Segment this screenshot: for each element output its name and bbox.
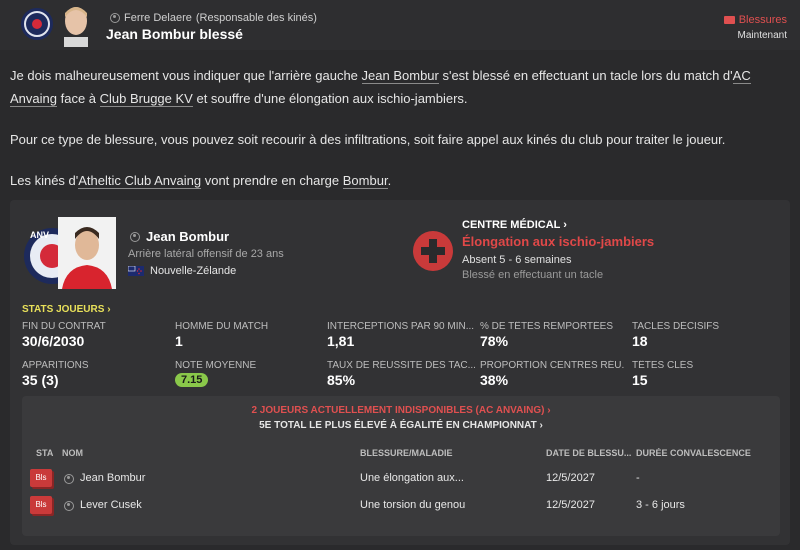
text: face à xyxy=(56,91,100,106)
date-cell: 12/5/2027 xyxy=(546,499,595,511)
stat-value: 15 xyxy=(632,372,648,388)
duration-cell: - xyxy=(636,472,640,484)
medical-centre-link[interactable]: CENTRE MÉDICAL › xyxy=(462,219,567,231)
sender-line[interactable]: Ferre Delaere (Responsable des kinés) xyxy=(110,12,317,24)
message-subject: Jean Bombur blessé xyxy=(106,26,243,42)
stat-label: FIN DU CONTRAT xyxy=(22,321,106,332)
away-club-link[interactable]: Club Brugge KV xyxy=(99,91,193,107)
player-role: Arrière latéral offensif de 23 ans xyxy=(128,248,284,260)
unavailable-players-panel: 2 JOUEURS ACTUELLEMENT INDISPONIBLES (AC… xyxy=(22,396,780,536)
player-photo[interactable] xyxy=(58,217,116,289)
unavailable-subtitle: 5E TOTAL LE PLUS ÉLEVÉ À ÉGALITÉ EN CHAM… xyxy=(259,420,537,431)
injury-cause: Blessé en effectuant un tacle xyxy=(462,269,604,281)
stat-value: 18 xyxy=(632,333,648,349)
stat-value: 30/6/2030 xyxy=(22,333,85,349)
sender-name[interactable]: Ferre Delaere xyxy=(124,12,192,24)
text: Je dois malheureusement vous indiquer qu… xyxy=(10,68,362,83)
person-icon xyxy=(130,231,140,242)
message-body: Je dois malheureusement vous indiquer qu… xyxy=(10,64,795,210)
player-name-cell[interactable]: Jean Bombur xyxy=(80,472,340,484)
stat-label: APPARITIONS xyxy=(22,360,89,371)
club-logo[interactable] xyxy=(21,8,53,40)
injury-name: Élongation aux ischio-jambiers xyxy=(462,234,655,249)
stat-label: % DE TÊTES REMPORTÉES xyxy=(480,321,613,332)
injury-tag[interactable]: Blessures xyxy=(723,14,787,26)
message-paragraph: Les kinés d'Atheltic Club Anvaing vont p… xyxy=(10,169,795,192)
stat-label: NOTE MOYENNE xyxy=(175,360,257,371)
stat-value: 1 xyxy=(175,333,183,349)
stat-value: 78% xyxy=(480,333,509,349)
average-rating-badge: 7.15 xyxy=(175,373,209,387)
text: s'est blessé en effectuant un tacle lors… xyxy=(438,68,733,83)
medical-title: CENTRE MÉDICAL xyxy=(462,219,561,231)
stat-value: 1,81 xyxy=(327,333,355,349)
absence-duration: Absent 5 - 6 semaines xyxy=(462,254,572,266)
table-row[interactable]: Bls Lever Cusek Une torsion du genou 12/… xyxy=(22,493,780,519)
badge-text: ANV xyxy=(30,230,49,240)
stat-label: TAUX DE RÉUSSITE DES TAC... xyxy=(327,360,476,371)
stat-label: TÊTES CLÉS xyxy=(632,360,694,371)
duration-cell: 3 - 6 jours xyxy=(636,499,685,511)
column-header-name[interactable]: NOM xyxy=(62,448,122,458)
player-short-link[interactable]: Bombur xyxy=(342,173,388,189)
status-badge: Bls xyxy=(30,469,52,487)
player-name-cell[interactable]: Lever Cusek xyxy=(80,499,340,511)
stat-label: PROPORTION CENTRES RÉU... xyxy=(480,360,625,371)
stat-value: 85% xyxy=(327,372,356,388)
stats-title: STATS JOUEURS xyxy=(22,304,105,315)
column-header-duration[interactable]: DURÉE CONVALESCENCE xyxy=(636,448,776,458)
message-header: Ferre Delaere (Responsable des kinés) Je… xyxy=(0,0,800,50)
player-injury-card: ANV Jean Bombur Arrière latéral offensif… xyxy=(10,200,790,545)
stat-label: INTERCEPTIONS PAR 90 MIN... xyxy=(327,321,475,332)
stat-value: 35 (3) xyxy=(22,372,59,388)
text: vont prendre en charge xyxy=(201,173,343,188)
person-icon xyxy=(64,474,74,484)
nation-name: Nouvelle-Zélande xyxy=(150,265,237,277)
text: Les kinés d' xyxy=(10,173,79,188)
sender-role: (Responsable des kinés) xyxy=(195,12,317,24)
player-nation[interactable]: Nouvelle-Zélande xyxy=(128,265,236,277)
player-link[interactable]: Jean Bombur xyxy=(361,68,439,84)
stat-label: TACLES DÉCISIFS xyxy=(632,321,720,332)
stat-label: HOMME DU MATCH xyxy=(175,321,269,332)
date-cell: 12/5/2027 xyxy=(546,472,595,484)
message-paragraph: Pour ce type de blessure, vous pouvez so… xyxy=(10,132,726,147)
text: . xyxy=(387,173,392,188)
injury-cell: Une élongation aux... xyxy=(360,472,464,484)
status-badge: Bls xyxy=(30,496,52,514)
table-row[interactable]: Bls Jean Bombur Une élongation aux... 12… xyxy=(22,466,780,492)
column-header-date[interactable]: DATE DE BLESSU... xyxy=(546,448,632,458)
player-name-text: Jean Bombur xyxy=(146,229,230,244)
tag-label: Blessures xyxy=(738,14,787,26)
message-time: Maintenant xyxy=(737,30,787,41)
column-header-status[interactable]: STA xyxy=(36,448,58,458)
player-stats-link[interactable]: STATS JOUEURS › xyxy=(22,304,111,315)
unavailable-title: 2 JOUEURS ACTUELLEMENT INDISPONIBLES (AC… xyxy=(251,405,545,416)
tag-icon xyxy=(723,16,735,24)
injury-cell: Une torsion du genou xyxy=(360,499,466,511)
text: et souffre d'une élongation aux ischio-j… xyxy=(192,91,468,106)
medical-cross-icon xyxy=(413,231,453,271)
physio-avatar[interactable] xyxy=(58,3,94,47)
player-name[interactable]: Jean Bombur xyxy=(130,229,229,244)
person-icon xyxy=(110,13,120,23)
column-header-injury[interactable]: BLESSURE/MALADIE xyxy=(360,448,530,458)
new-zealand-flag-icon xyxy=(128,266,144,276)
club-link[interactable]: Atheltic Club Anvaing xyxy=(78,173,202,189)
person-icon xyxy=(64,501,74,511)
stat-value: 38% xyxy=(480,372,509,388)
unavailable-players-link[interactable]: 2 JOUEURS ACTUELLEMENT INDISPONIBLES (AC… xyxy=(22,405,780,416)
league-rank-link[interactable]: 5E TOTAL LE PLUS ÉLEVÉ À ÉGALITÉ EN CHAM… xyxy=(22,420,780,431)
message-paragraph: Je dois malheureusement vous indiquer qu… xyxy=(10,64,795,110)
